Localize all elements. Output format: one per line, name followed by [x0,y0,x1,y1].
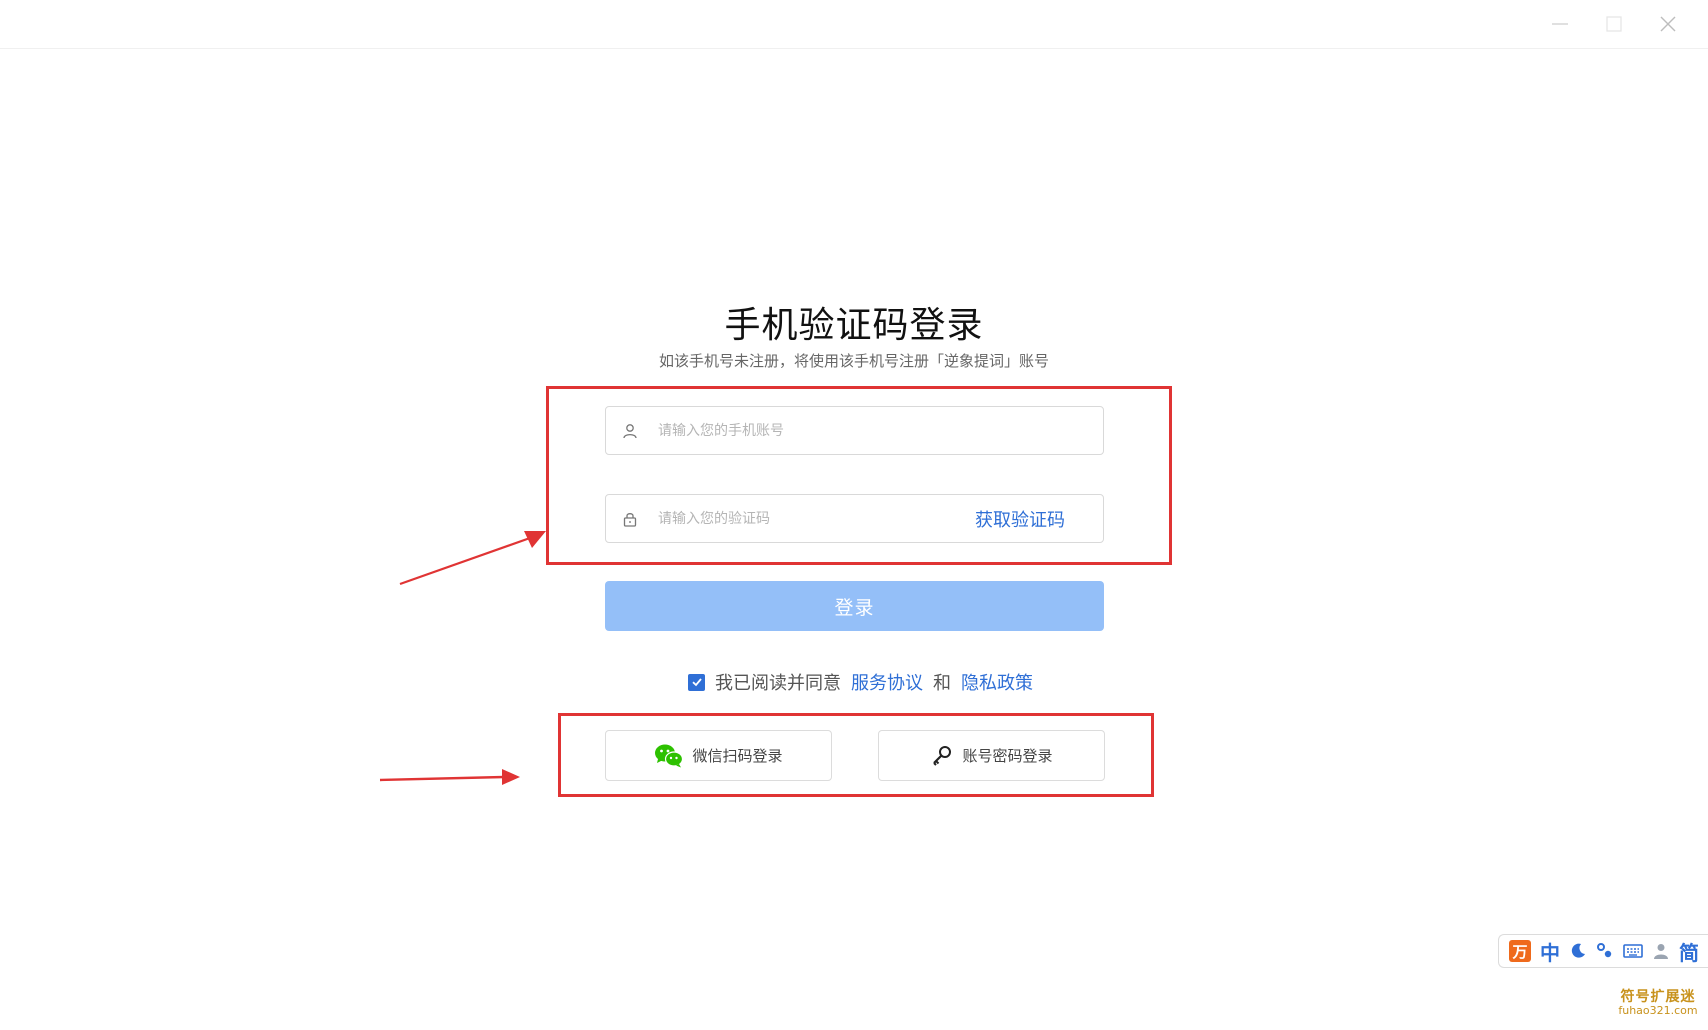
ime-toolbar: 万 中 简 [1498,934,1708,968]
agreement-and: 和 [933,673,951,694]
moon-icon[interactable] [1569,942,1587,960]
agreement-row: 我已阅读并同意 服务协议 和 隐私政策 [688,669,1043,695]
keyboard-icon[interactable] [1623,943,1643,959]
ime-logo-icon[interactable]: 万 [1509,940,1531,962]
ime-charset-toggle[interactable]: 简 [1679,937,1699,966]
watermark-url: fuhao321.com [1618,1004,1698,1018]
ime-mode-toggle[interactable]: 中 [1540,937,1560,966]
page-subtitle: 如该手机号未注册，将使用该手机号注册「逆象提词」账号 [658,352,1049,370]
user-center-icon[interactable] [1652,942,1670,960]
page-title: 手机验证码登录 [724,305,984,346]
title-bar [0,0,1708,49]
close-icon [1660,16,1676,32]
minimize-icon [1552,23,1568,25]
terms-link[interactable]: 服务协议 [851,669,923,695]
annotation-arrow-icon [399,531,546,586]
annotation-box-alt-login [558,713,1154,797]
check-icon [691,678,702,687]
maximize-icon [1606,16,1622,32]
agreement-checkbox[interactable] [688,673,705,691]
maximize-button[interactable] [1594,8,1634,40]
privacy-link[interactable]: 隐私政策 [961,669,1033,695]
agreement-text: 我已阅读并同意 [715,673,841,694]
punctuation-icon[interactable] [1596,942,1614,960]
watermark: 符号扩展迷 fuhao321.com [1608,989,1708,1018]
annotation-arrow-icon [379,769,520,785]
close-button[interactable] [1648,8,1688,40]
login-button[interactable]: 登录 [605,581,1104,631]
minimize-button[interactable] [1540,8,1580,40]
login-window: 手机验证码登录 如该手机号未注册，将使用该手机号注册「逆象提词」账号 获取验证码… [0,0,1708,1030]
watermark-title: 符号扩展迷 [1620,989,1696,1005]
annotation-box-inputs [546,386,1172,565]
